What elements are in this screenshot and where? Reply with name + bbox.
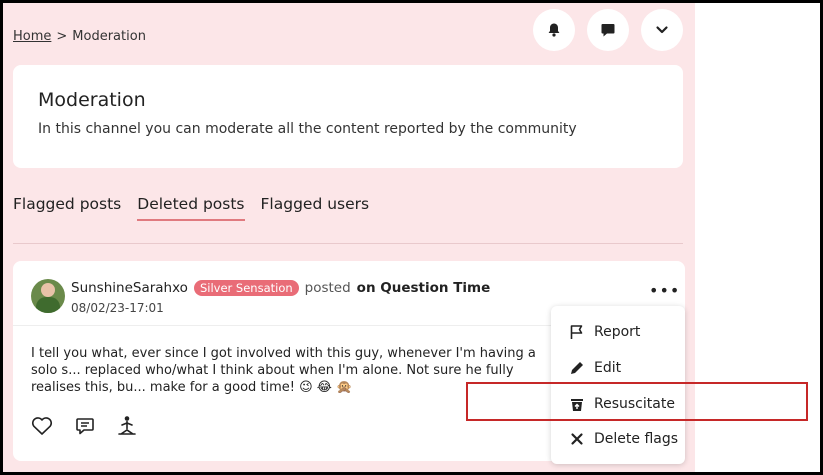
page-title: Moderation — [38, 89, 146, 111]
post-date: 08/02/23-17:01 — [71, 301, 164, 315]
post-body: I tell you what, ever since I got involv… — [31, 346, 536, 395]
tab-flagged-posts[interactable]: Flagged posts — [13, 195, 121, 221]
menu-item-report[interactable]: Report — [569, 324, 640, 340]
tabs-divider — [13, 243, 683, 244]
channel-prefix: on — [356, 280, 376, 296]
pencil-icon — [571, 362, 583, 374]
post-actions — [31, 415, 137, 437]
trash-restore-icon — [571, 399, 583, 411]
close-icon — [571, 433, 583, 445]
menu-item-label: Resuscitate — [594, 396, 675, 412]
breadcrumb-separator: > — [56, 29, 68, 44]
menu-item-label: Report — [594, 324, 641, 340]
page-description: In this channel you can moderate all the… — [38, 121, 577, 137]
menu-item-edit[interactable]: Edit — [569, 360, 621, 376]
menu-item-label: Edit — [594, 360, 622, 376]
channel-name: Question Time — [380, 280, 491, 296]
post-header: SunshineSarahxo Silver Sensation posted … — [71, 280, 490, 296]
menu-item-label: Delete flags — [594, 431, 679, 447]
breadcrumb-current: Moderation — [72, 29, 146, 44]
tab-flagged-users[interactable]: Flagged users — [261, 195, 370, 221]
bell-icon — [548, 23, 560, 37]
more-options-button[interactable]: ••• — [649, 281, 680, 300]
breadcrumb-home-link[interactable]: Home — [13, 29, 51, 44]
avatar[interactable] — [31, 279, 65, 313]
posted-label: posted — [304, 280, 351, 296]
menu-item-delete-flags[interactable]: Delete flags — [569, 431, 678, 447]
user-badge: Silver Sensation — [193, 280, 299, 296]
meditation-icon[interactable] — [117, 415, 137, 437]
messages-button[interactable] — [587, 9, 629, 51]
tab-deleted-posts[interactable]: Deleted posts — [137, 195, 245, 221]
menu-item-resuscitate[interactable]: Resuscitate — [569, 396, 675, 412]
chevron-down-icon — [656, 26, 668, 34]
moderation-header-card: Moderation In this channel you can moder… — [13, 65, 683, 168]
comment-icon[interactable] — [75, 416, 95, 436]
flag-icon — [570, 325, 583, 339]
post-options-menu: Report Edit Resuscitate Delete flags — [551, 306, 685, 464]
breadcrumb: Home > Moderation — [13, 29, 146, 44]
chat-icon — [601, 24, 615, 37]
post-channel[interactable]: on Question Time — [357, 280, 491, 296]
heart-icon[interactable] — [31, 416, 53, 436]
moderation-tabs: Flagged posts Deleted posts Flagged user… — [13, 195, 369, 221]
notifications-button[interactable] — [533, 9, 575, 51]
post-username[interactable]: SunshineSarahxo — [71, 280, 188, 296]
account-menu-button[interactable] — [641, 9, 683, 51]
